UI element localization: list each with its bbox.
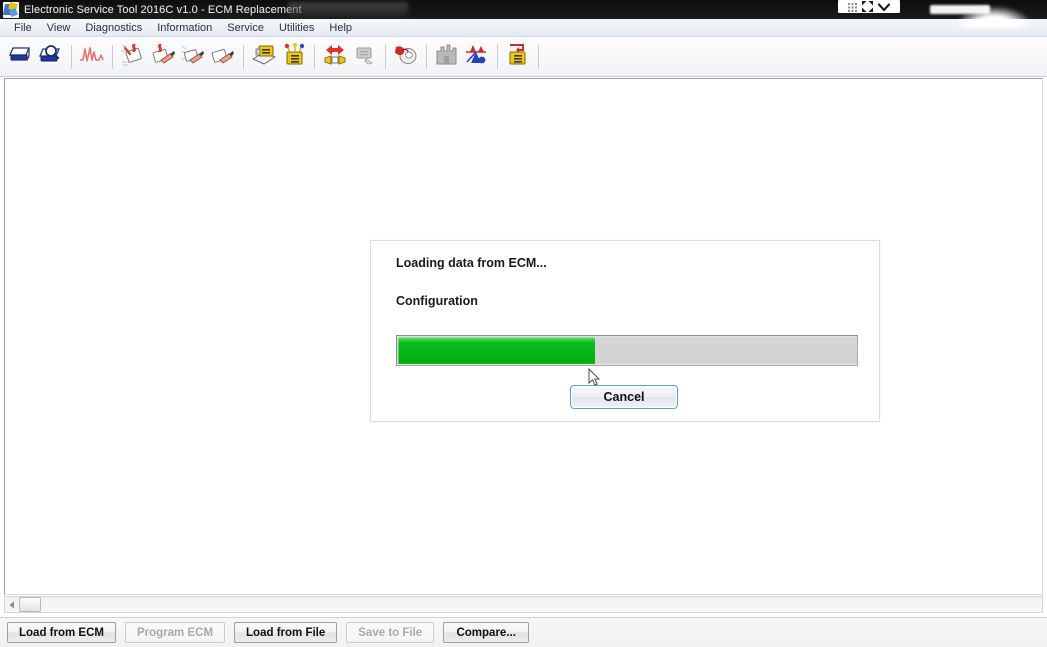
toolbar-button-ecm-load[interactable] xyxy=(503,41,533,73)
logged-events-icon xyxy=(210,43,236,72)
dialog-heading: Loading data from ECM... xyxy=(396,256,547,270)
factory-passwords-icon xyxy=(434,43,460,72)
menu-item-service[interactable]: Service xyxy=(220,21,272,35)
titlebar-glow-artifact xyxy=(955,6,1033,28)
toolbar-button-active-events[interactable] xyxy=(178,41,208,73)
logged-diagnostic-codes-icon xyxy=(150,43,176,72)
program-ecm-button: Program ECM xyxy=(124,622,226,643)
horizontal-scrollbar[interactable] xyxy=(4,596,1043,613)
toolbar-button-flash-program[interactable] xyxy=(462,41,492,73)
toolbar-separator xyxy=(112,45,113,69)
progress-bar-fill xyxy=(398,337,595,364)
wintest-icon xyxy=(393,43,419,72)
print-preview-icon xyxy=(39,44,63,71)
toolbar-button-waveform[interactable] xyxy=(77,41,107,73)
dialog-subheading: Configuration xyxy=(396,294,478,308)
toolbar-button-active-diagnostic-codes[interactable] xyxy=(118,41,148,73)
ecm-summary-icon xyxy=(281,42,307,72)
menu-bar: File View Diagnostics Information Servic… xyxy=(0,19,1047,37)
toolbar-button-print[interactable] xyxy=(6,41,36,73)
ecm-load-icon xyxy=(505,43,531,72)
scroll-left-arrow-icon[interactable] xyxy=(5,597,18,612)
load-from-file-button[interactable]: Load from File xyxy=(234,622,338,643)
toolbar-separator xyxy=(314,45,315,69)
chevron-down-icon[interactable] xyxy=(877,0,891,17)
titlebar-artifact-1 xyxy=(288,2,408,17)
grid-icon[interactable] xyxy=(848,0,857,17)
load-from-ecm-button[interactable]: Load from ECM xyxy=(7,622,116,643)
toolbar-button-ecm-summary[interactable] xyxy=(279,41,309,73)
progress-bar xyxy=(396,335,858,366)
video-overlay-controls[interactable] xyxy=(845,0,893,15)
toolbar-button-factory-passwords[interactable] xyxy=(432,41,462,73)
toolbar-separator xyxy=(538,45,539,69)
ecm-replacement-icon xyxy=(352,43,378,72)
application-icon xyxy=(3,1,19,18)
compare-button[interactable]: Compare... xyxy=(443,622,530,643)
cancel-button[interactable]: Cancel xyxy=(570,385,678,409)
toolbar-separator xyxy=(243,45,244,69)
flash-program-icon xyxy=(464,43,490,72)
print-icon xyxy=(9,44,33,71)
toolbar-separator xyxy=(71,45,72,69)
application-window: Electronic Service Tool 2016C v1.0 - ECM… xyxy=(0,0,1047,647)
menu-item-diagnostics[interactable]: Diagnostics xyxy=(78,21,150,35)
menu-item-file[interactable]: File xyxy=(7,21,40,35)
bottom-button-bar: Load from ECM Program ECM Load from File… xyxy=(0,617,1047,647)
fullscreen-expand-icon[interactable] xyxy=(862,0,873,17)
toolbar-button-configuration[interactable] xyxy=(249,41,279,73)
menu-item-help[interactable]: Help xyxy=(322,21,360,35)
toolbar-button-ecm-replacement xyxy=(350,41,380,73)
toolbar-button-wintest[interactable] xyxy=(391,41,421,73)
toolbar-button-copy-configuration[interactable] xyxy=(320,41,350,73)
toolbar-separator xyxy=(385,45,386,69)
toolbar-separator xyxy=(497,45,498,69)
menu-item-view[interactable]: View xyxy=(40,21,79,35)
save-to-file-button: Save to File xyxy=(346,622,435,643)
active-events-icon xyxy=(180,43,206,72)
horizontal-scroll-thumb[interactable] xyxy=(19,597,41,612)
menu-item-information[interactable]: Information xyxy=(150,21,220,35)
toolbar-button-print-preview[interactable] xyxy=(36,41,66,73)
toolbar xyxy=(0,38,1047,77)
toolbar-button-logged-events[interactable] xyxy=(208,41,238,73)
menu-item-utilities[interactable]: Utilities xyxy=(272,21,322,35)
window-title: Electronic Service Tool 2016C v1.0 - ECM… xyxy=(24,3,302,16)
copy-configuration-icon xyxy=(322,43,348,72)
toolbar-button-logged-diagnostic-codes[interactable] xyxy=(148,41,178,73)
configuration-icon xyxy=(251,43,277,72)
loading-dialog: Loading data from ECM... Configuration C… xyxy=(370,240,880,422)
waveform-graph-icon xyxy=(79,44,105,71)
active-diagnostic-codes-icon xyxy=(120,43,146,72)
toolbar-separator xyxy=(426,45,427,69)
